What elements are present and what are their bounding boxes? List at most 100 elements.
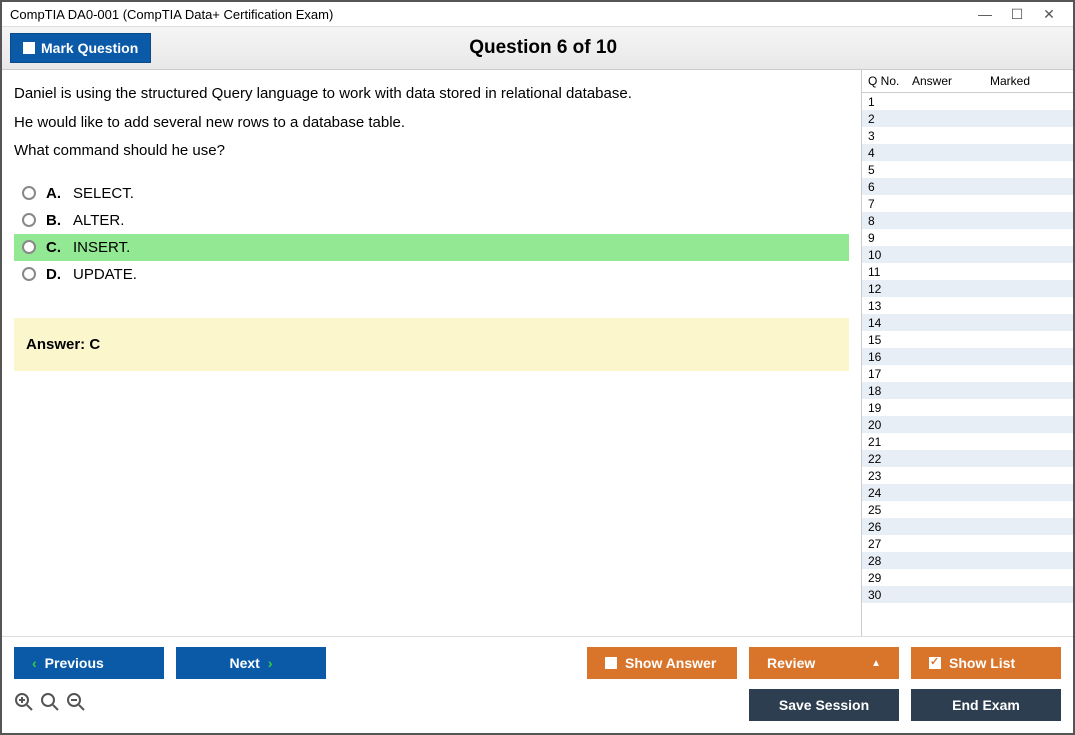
question-list-row[interactable]: 30	[862, 586, 1073, 603]
question-list-row[interactable]: 21	[862, 433, 1073, 450]
row-qno: 20	[868, 418, 912, 432]
question-list-row[interactable]: 6	[862, 178, 1073, 195]
zoom-in-icon[interactable]	[14, 692, 34, 718]
row-qno: 1	[868, 95, 912, 109]
window-controls: — ☐ ✕	[977, 6, 1065, 22]
footer-row-1: ‹ Previous Next › Show Answer Review ▲ S…	[14, 647, 1061, 679]
radio-icon	[22, 213, 36, 227]
question-list-row[interactable]: 13	[862, 297, 1073, 314]
question-list-row[interactable]: 27	[862, 535, 1073, 552]
row-qno: 25	[868, 503, 912, 517]
review-button[interactable]: Review ▲	[749, 647, 899, 679]
radio-icon	[22, 267, 36, 281]
question-list-row[interactable]: 28	[862, 552, 1073, 569]
question-list-row[interactable]: 20	[862, 416, 1073, 433]
question-list-row[interactable]: 24	[862, 484, 1073, 501]
row-qno: 17	[868, 367, 912, 381]
maximize-icon[interactable]: ☐	[1009, 6, 1025, 22]
dropdown-icon: ▲	[871, 658, 881, 669]
option-c[interactable]: C. INSERT.	[14, 234, 849, 261]
end-exam-button[interactable]: End Exam	[911, 689, 1061, 721]
question-pane: Daniel is using the structured Query lan…	[2, 70, 861, 636]
row-qno: 5	[868, 163, 912, 177]
zoom-controls	[14, 692, 86, 718]
question-list-row[interactable]: 18	[862, 382, 1073, 399]
checkbox-icon	[23, 42, 35, 54]
previous-label: Previous	[45, 655, 104, 671]
show-answer-label: Show Answer	[625, 655, 716, 671]
question-list-row[interactable]: 22	[862, 450, 1073, 467]
row-qno: 14	[868, 316, 912, 330]
question-list-header: Q No. Answer Marked	[862, 70, 1073, 93]
question-list[interactable]: 1234567891011121314151617181920212223242…	[862, 93, 1073, 636]
question-list-row[interactable]: 15	[862, 331, 1073, 348]
row-qno: 3	[868, 129, 912, 143]
end-exam-label: End Exam	[952, 697, 1020, 713]
question-list-row[interactable]: 1	[862, 93, 1073, 110]
question-list-row[interactable]: 12	[862, 280, 1073, 297]
row-qno: 28	[868, 554, 912, 568]
radio-icon	[22, 186, 36, 200]
question-list-row[interactable]: 9	[862, 229, 1073, 246]
question-text: Daniel is using the structured Query lan…	[14, 80, 849, 166]
show-list-button[interactable]: Show List	[911, 647, 1061, 679]
option-text: INSERT.	[73, 239, 130, 256]
review-label: Review	[767, 655, 815, 671]
option-letter: D.	[46, 266, 61, 283]
question-list-row[interactable]: 4	[862, 144, 1073, 161]
row-qno: 30	[868, 588, 912, 602]
zoom-reset-icon[interactable]	[40, 692, 60, 718]
row-qno: 12	[868, 282, 912, 296]
next-button[interactable]: Next ›	[176, 647, 326, 679]
titlebar: CompTIA DA0-001 (CompTIA Data+ Certifica…	[2, 2, 1073, 27]
option-a[interactable]: A.SELECT.	[14, 180, 849, 207]
show-answer-button[interactable]: Show Answer	[587, 647, 737, 679]
zoom-out-icon[interactable]	[66, 692, 86, 718]
question-list-row[interactable]: 11	[862, 263, 1073, 280]
question-list-row[interactable]: 3	[862, 127, 1073, 144]
answer-reveal: Answer: C	[14, 318, 849, 371]
row-qno: 29	[868, 571, 912, 585]
question-list-row[interactable]: 14	[862, 314, 1073, 331]
chevron-left-icon: ‹	[32, 655, 37, 671]
question-list-row[interactable]: 19	[862, 399, 1073, 416]
question-list-row[interactable]: 29	[862, 569, 1073, 586]
question-list-row[interactable]: 7	[862, 195, 1073, 212]
question-list-row[interactable]: 5	[862, 161, 1073, 178]
mark-question-button[interactable]: Mark Question	[10, 33, 151, 63]
question-list-row[interactable]: 2	[862, 110, 1073, 127]
option-text: SELECT.	[73, 185, 134, 202]
question-list-row[interactable]: 16	[862, 348, 1073, 365]
previous-button[interactable]: ‹ Previous	[14, 647, 164, 679]
save-session-button[interactable]: Save Session	[749, 689, 899, 721]
row-qno: 26	[868, 520, 912, 534]
minimize-icon[interactable]: —	[977, 6, 993, 22]
question-list-row[interactable]: 23	[862, 467, 1073, 484]
row-qno: 2	[868, 112, 912, 126]
option-b[interactable]: B.ALTER.	[14, 207, 849, 234]
options-list: A.SELECT.B.ALTER. C. INSERT. D.UPDATE.	[14, 180, 849, 288]
row-qno: 24	[868, 486, 912, 500]
row-qno: 10	[868, 248, 912, 262]
app-window: CompTIA DA0-001 (CompTIA Data+ Certifica…	[0, 0, 1075, 735]
question-list-row[interactable]: 26	[862, 518, 1073, 535]
row-qno: 7	[868, 197, 912, 211]
option-d[interactable]: D.UPDATE.	[14, 261, 849, 288]
question-line: Daniel is using the structured Query lan…	[14, 80, 849, 109]
checkbox-icon	[605, 657, 617, 669]
close-icon[interactable]: ✕	[1041, 6, 1057, 22]
header-bar: Mark Question Question 6 of 10	[2, 27, 1073, 70]
col-qno: Q No.	[868, 74, 912, 88]
window-title: CompTIA DA0-001 (CompTIA Data+ Certifica…	[10, 7, 333, 22]
save-session-label: Save Session	[779, 697, 869, 713]
row-qno: 4	[868, 146, 912, 160]
question-counter: Question 6 of 10	[151, 37, 935, 59]
question-list-row[interactable]: 10	[862, 246, 1073, 263]
row-qno: 16	[868, 350, 912, 364]
question-list-row[interactable]: 17	[862, 365, 1073, 382]
next-label: Next	[229, 655, 259, 671]
row-qno: 6	[868, 180, 912, 194]
option-letter: C.	[46, 239, 61, 256]
question-list-row[interactable]: 8	[862, 212, 1073, 229]
question-list-row[interactable]: 25	[862, 501, 1073, 518]
